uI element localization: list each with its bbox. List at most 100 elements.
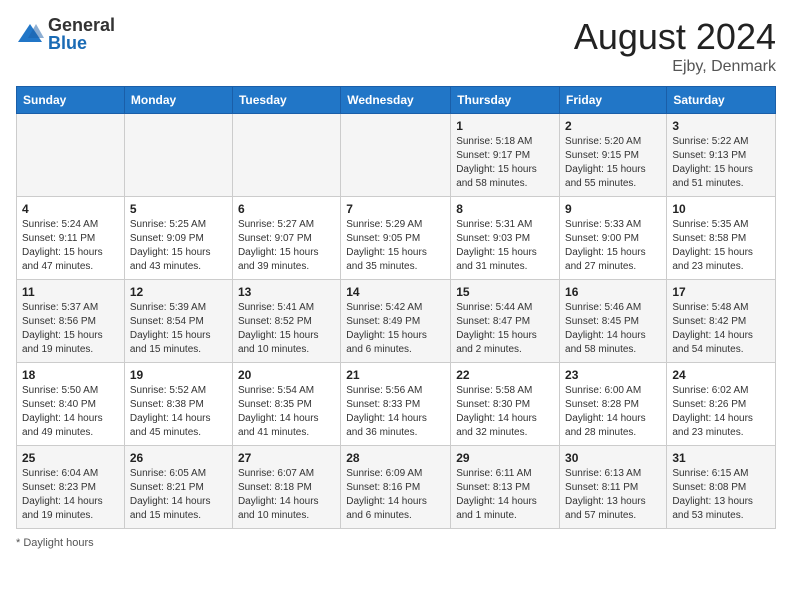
calendar-cell: 7Sunrise: 5:29 AM Sunset: 9:05 PM Daylig… <box>341 197 451 280</box>
header-sunday: Sunday <box>17 87 125 114</box>
calendar-cell: 16 Sunrise: 5:46 AM Sunset: 8:45 PM Dayli… <box>560 280 667 363</box>
day-number: 29 <box>456 451 554 465</box>
legend-text: Daylight hours <box>23 537 93 549</box>
day-number: 4 <box>22 202 119 216</box>
month-title: August 2024 <box>574 16 776 58</box>
day-info: Sunrise: 5:39 AM Sunset: 8:54 PM Dayligh… <box>130 301 227 357</box>
day-number: 27 <box>238 451 335 465</box>
calendar-cell: 30 Sunrise: 6:13 AM Sunset: 8:11 PM Dayli… <box>560 446 667 529</box>
header-tuesday: Tuesday <box>232 87 340 114</box>
calendar-cell: 8 Sunrise: 5:31 AM Sunset: 9:03 PM Daylig… <box>451 197 560 280</box>
logo-text: General Blue <box>48 16 115 52</box>
day-number: 12 <box>130 285 227 299</box>
day-info: Sunrise: 6:05 AM Sunset: 8:21 PM Dayligh… <box>130 467 227 523</box>
day-info: Sunrise: 5:18 AM Sunset: 9:17 PM Dayligh… <box>456 135 554 191</box>
day-number: 17 <box>672 285 770 299</box>
day-info: Sunrise: 5:44 AM Sunset: 8:47 PM Dayligh… <box>456 301 554 357</box>
logo-general: General <box>48 16 115 34</box>
day-info: Sunrise: 5:52 AM Sunset: 8:38 PM Dayligh… <box>130 384 227 440</box>
calendar-cell: 27 Sunrise: 6:07 AM Sunset: 8:18 PM Dayli… <box>232 446 340 529</box>
calendar-cell: 24 Sunrise: 6:02 AM Sunset: 8:26 PM Dayli… <box>667 363 776 446</box>
header-monday: Monday <box>124 87 232 114</box>
day-number: 9 <box>565 202 661 216</box>
day-info: Sunrise: 5:56 AM Sunset: 8:33 PM Dayligh… <box>346 384 445 440</box>
day-info: Sunrise: 5:46 AM Sunset: 8:45 PM Dayligh… <box>565 301 661 357</box>
day-info: Sunrise: 5:58 AM Sunset: 8:30 PM Dayligh… <box>456 384 554 440</box>
day-info: Sunrise: 5:24 AM Sunset: 9:11 PM Dayligh… <box>22 218 119 274</box>
day-number: 22 <box>456 368 554 382</box>
day-info: Sunrise: 6:02 AM Sunset: 8:26 PM Dayligh… <box>672 384 770 440</box>
day-info: Sunrise: 6:04 AM Sunset: 8:23 PM Dayligh… <box>22 467 119 523</box>
logo-icon <box>16 20 44 48</box>
calendar-cell <box>17 114 125 197</box>
day-info: Sunrise: 6:15 AM Sunset: 8:08 PM Dayligh… <box>672 467 770 523</box>
day-number: 30 <box>565 451 661 465</box>
day-number: 24 <box>672 368 770 382</box>
day-number: 5 <box>130 202 227 216</box>
day-number: 7 <box>346 202 445 216</box>
day-info: Sunrise: 5:22 AM Sunset: 9:13 PM Dayligh… <box>672 135 770 191</box>
day-number: 21 <box>346 368 445 382</box>
calendar-cell: 4 Sunrise: 5:24 AM Sunset: 9:11 PM Daylig… <box>17 197 125 280</box>
logo-blue: Blue <box>48 34 115 52</box>
day-info: Sunrise: 6:09 AM Sunset: 8:16 PM Dayligh… <box>346 467 445 523</box>
calendar-cell: 29Sunrise: 6:11 AM Sunset: 8:13 PM Dayli… <box>451 446 560 529</box>
day-number: 26 <box>130 451 227 465</box>
calendar-cell: 20Sunrise: 5:54 AM Sunset: 8:35 PM Dayli… <box>232 363 340 446</box>
day-info: Sunrise: 6:07 AM Sunset: 8:18 PM Dayligh… <box>238 467 335 523</box>
calendar-cell: 21 Sunrise: 5:56 AM Sunset: 8:33 PM Dayli… <box>341 363 451 446</box>
day-number: 23 <box>565 368 661 382</box>
day-info: Sunrise: 5:48 AM Sunset: 8:42 PM Dayligh… <box>672 301 770 357</box>
calendar-cell: 31 Sunrise: 6:15 AM Sunset: 8:08 PM Dayli… <box>667 446 776 529</box>
day-number: 18 <box>22 368 119 382</box>
title-section: August 2024 Ejby, Denmark <box>574 16 776 76</box>
day-number: 31 <box>672 451 770 465</box>
day-number: 16 <box>565 285 661 299</box>
day-number: 11 <box>22 285 119 299</box>
day-info: Sunrise: 5:54 AM Sunset: 8:35 PM Dayligh… <box>238 384 335 440</box>
calendar-cell: 28 Sunrise: 6:09 AM Sunset: 8:16 PM Dayli… <box>341 446 451 529</box>
calendar-cell: 5 Sunrise: 5:25 AM Sunset: 9:09 PM Daylig… <box>124 197 232 280</box>
page-header: General Blue August 2024 Ejby, Denmark <box>16 16 776 76</box>
calendar-cell: 14 Sunrise: 5:42 AM Sunset: 8:49 PM Dayli… <box>341 280 451 363</box>
day-info: Sunrise: 5:20 AM Sunset: 9:15 PM Dayligh… <box>565 135 661 191</box>
header-wednesday: Wednesday <box>341 87 451 114</box>
day-number: 8 <box>456 202 554 216</box>
calendar-cell: 1Sunrise: 5:18 AM Sunset: 9:17 PM Daylig… <box>451 114 560 197</box>
calendar-cell: 9 Sunrise: 5:33 AM Sunset: 9:00 PM Daylig… <box>560 197 667 280</box>
day-info: Sunrise: 5:41 AM Sunset: 8:52 PM Dayligh… <box>238 301 335 357</box>
day-info: Sunrise: 5:33 AM Sunset: 9:00 PM Dayligh… <box>565 218 661 274</box>
day-info: Sunrise: 5:35 AM Sunset: 8:58 PM Dayligh… <box>672 218 770 274</box>
week-row-4: 18 Sunrise: 5:50 AM Sunset: 8:40 PM Dayli… <box>17 363 776 446</box>
logo: General Blue <box>16 16 115 52</box>
calendar-cell: 13 Sunrise: 5:41 AM Sunset: 8:52 PM Dayli… <box>232 280 340 363</box>
day-number: 13 <box>238 285 335 299</box>
day-number: 15 <box>456 285 554 299</box>
calendar-cell: 6 Sunrise: 5:27 AM Sunset: 9:07 PM Daylig… <box>232 197 340 280</box>
header-thursday: Thursday <box>451 87 560 114</box>
calendar-cell: 2Sunrise: 5:20 AM Sunset: 9:15 PM Daylig… <box>560 114 667 197</box>
day-number: 25 <box>22 451 119 465</box>
legend: * Daylight hours <box>16 537 776 549</box>
calendar-cell: 19Sunrise: 5:52 AM Sunset: 8:38 PM Dayli… <box>124 363 232 446</box>
day-number: 6 <box>238 202 335 216</box>
week-row-5: 25 Sunrise: 6:04 AM Sunset: 8:23 PM Dayli… <box>17 446 776 529</box>
calendar-cell <box>341 114 451 197</box>
day-info: Sunrise: 5:50 AM Sunset: 8:40 PM Dayligh… <box>22 384 119 440</box>
day-info: Sunrise: 5:25 AM Sunset: 9:09 PM Dayligh… <box>130 218 227 274</box>
day-info: Sunrise: 5:42 AM Sunset: 8:49 PM Dayligh… <box>346 301 445 357</box>
header-friday: Friday <box>560 87 667 114</box>
day-info: Sunrise: 6:13 AM Sunset: 8:11 PM Dayligh… <box>565 467 661 523</box>
day-number: 28 <box>346 451 445 465</box>
calendar-table: SundayMondayTuesdayWednesdayThursdayFrid… <box>16 86 776 529</box>
calendar-cell: 23Sunrise: 6:00 AM Sunset: 8:28 PM Dayli… <box>560 363 667 446</box>
day-number: 14 <box>346 285 445 299</box>
calendar-cell: 3Sunrise: 5:22 AM Sunset: 9:13 PM Daylig… <box>667 114 776 197</box>
location-title: Ejby, Denmark <box>574 58 776 76</box>
day-info: Sunrise: 5:27 AM Sunset: 9:07 PM Dayligh… <box>238 218 335 274</box>
calendar-cell: 22 Sunrise: 5:58 AM Sunset: 8:30 PM Dayli… <box>451 363 560 446</box>
calendar-cell: 12 Sunrise: 5:39 AM Sunset: 8:54 PM Dayli… <box>124 280 232 363</box>
calendar-cell: 25 Sunrise: 6:04 AM Sunset: 8:23 PM Dayli… <box>17 446 125 529</box>
calendar-cell: 11Sunrise: 5:37 AM Sunset: 8:56 PM Dayli… <box>17 280 125 363</box>
day-info: Sunrise: 5:31 AM Sunset: 9:03 PM Dayligh… <box>456 218 554 274</box>
